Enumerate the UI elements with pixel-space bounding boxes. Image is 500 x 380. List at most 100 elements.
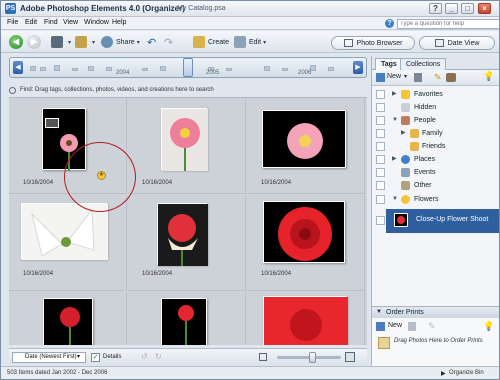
photo-thumbnail[interactable]	[161, 298, 207, 345]
pencil-icon[interactable]: ✎	[428, 319, 436, 333]
tag-checkbox[interactable]	[376, 129, 385, 138]
tag-row-people[interactable]: ▼ People	[372, 114, 499, 127]
pencil-icon[interactable]: ✎	[434, 72, 442, 83]
new-tag-button[interactable]: New	[387, 73, 401, 80]
tag-checkbox[interactable]	[376, 142, 385, 151]
menu-window[interactable]: Window	[84, 19, 109, 26]
tag-checkbox[interactable]	[376, 195, 385, 204]
forward-button[interactable]: ▶	[27, 35, 41, 49]
help-search-input[interactable]	[397, 18, 499, 29]
chevron-right-icon[interactable]: ▶	[441, 370, 446, 377]
photo-thumbnail[interactable]	[262, 110, 346, 168]
new-order-icon[interactable]	[376, 322, 385, 331]
menu-edit[interactable]: Edit	[25, 19, 37, 26]
tag-row-close-up-flower-shoot[interactable]: Close-Up Flower Shoot	[386, 209, 499, 233]
photo-thumbnail[interactable]	[263, 296, 348, 345]
tag-row-flowers[interactable]: ▼ Flowers	[372, 193, 499, 206]
thumbnail-size-slider[interactable]	[277, 352, 341, 363]
timeline[interactable]: ◀ ▶ 2004 2005 2006	[9, 57, 367, 78]
photo-browser-button[interactable]: Photo Browser	[331, 36, 415, 50]
print-button[interactable]: ▾	[75, 34, 95, 50]
sort-order-label: Date (Newest First)	[25, 354, 77, 360]
timeline-left-arrow[interactable]: ◀	[13, 61, 23, 74]
menu-find[interactable]: Find	[44, 19, 58, 26]
rotate-icon[interactable]: ↺	[141, 352, 148, 361]
tag-checkbox[interactable]	[376, 103, 385, 112]
tag-row-events[interactable]: Events	[372, 166, 499, 179]
photo-cell[interactable]: 10/16/2004	[247, 195, 365, 291]
tag-row-favorites[interactable]: ▶ Favorites	[372, 88, 499, 101]
expand-icon[interactable]: ▶	[401, 127, 406, 140]
expand-icon[interactable]: ▼	[392, 193, 398, 206]
photo-date: 10/16/2004	[142, 271, 173, 277]
get-photos-button[interactable]: ▾	[51, 34, 71, 50]
share-button[interactable]: Share ▾	[101, 34, 140, 50]
timeline-marker[interactable]	[183, 58, 193, 77]
photo-thumbnail[interactable]	[161, 108, 208, 171]
thumbnail-large-icon[interactable]	[345, 352, 355, 362]
tab-collections[interactable]: Collections	[400, 58, 447, 70]
tag-checkbox[interactable]	[376, 168, 385, 177]
tag-checkbox[interactable]	[376, 90, 385, 99]
people-tag-icon[interactable]	[446, 73, 456, 82]
menu-file[interactable]: File	[7, 19, 18, 26]
tag-row-selected-checkbox[interactable]	[372, 214, 386, 227]
expand-icon[interactable]: ▶	[392, 153, 397, 166]
expand-icon[interactable]: ▼	[392, 114, 398, 127]
collapse-icon[interactable]: ▼	[376, 307, 382, 318]
sort-order-select[interactable]: Date (Newest First) ▾	[12, 352, 86, 363]
slider-knob[interactable]	[309, 352, 316, 363]
chevron-down-icon[interactable]: ▾	[404, 73, 407, 80]
photo-grid: 10/16/2004 10/16/2004 10/16/2004 10/16/2…	[9, 97, 367, 345]
photo-cell[interactable]	[247, 292, 365, 345]
tag-checkbox[interactable]	[376, 116, 385, 125]
tag-checkbox[interactable]	[376, 155, 385, 164]
thumbnail-small-icon[interactable]	[259, 353, 267, 361]
photo-cell[interactable]: 10/16/2004	[128, 195, 246, 291]
details-checkbox[interactable]: ✓	[91, 353, 100, 362]
photo-cell[interactable]	[9, 292, 127, 345]
tag-row-family[interactable]: ▶ Family	[372, 127, 499, 140]
tag-row-hidden[interactable]: Hidden	[372, 101, 499, 114]
edit-button[interactable]: Edit ▾	[234, 34, 266, 50]
tag-row-places[interactable]: ▶ Places	[372, 153, 499, 166]
minimize-button[interactable]: _	[445, 3, 458, 14]
rotate-icon[interactable]: ↻	[155, 352, 162, 361]
rotate-left-button[interactable]: ↶	[147, 34, 156, 50]
callout-highlight-circle	[64, 142, 136, 212]
timeline-bar	[328, 67, 334, 71]
menu-help[interactable]: Help	[112, 19, 126, 26]
rotate-right-button[interactable]: ↷	[164, 34, 173, 50]
timeline-right-arrow[interactable]: ▶	[353, 61, 363, 74]
new-tag-icon[interactable]	[376, 73, 385, 82]
lightbulb-icon[interactable]: 💡	[483, 319, 494, 333]
photo-cell[interactable]: 10/16/2004	[128, 98, 246, 194]
photo-thumbnail[interactable]	[157, 203, 208, 266]
back-button[interactable]: ◀	[9, 35, 23, 49]
menu-view[interactable]: View	[63, 19, 78, 26]
new-order-button[interactable]: New	[388, 319, 402, 333]
photo-thumbnail[interactable]	[263, 201, 345, 263]
delete-icon[interactable]	[408, 322, 416, 331]
maximize-button[interactable]: □	[461, 3, 474, 14]
date-view-button[interactable]: Date View	[419, 36, 495, 50]
create-button[interactable]: Create	[193, 34, 229, 50]
order-prints-header[interactable]: ▼ Order Prints	[372, 307, 499, 318]
find-bar[interactable]: Find: Drag tags, collections, photos, vi…	[9, 84, 367, 96]
tag-label: Other	[414, 182, 432, 189]
lightbulb-icon[interactable]: 💡	[483, 71, 494, 82]
timeline-bar	[264, 66, 270, 71]
tab-tags[interactable]: Tags	[375, 58, 403, 70]
help-window-button[interactable]: ?	[429, 3, 442, 14]
photo-thumbnail[interactable]	[43, 298, 93, 345]
tag-row-friends[interactable]: Friends	[372, 140, 499, 153]
delete-icon[interactable]	[414, 73, 422, 82]
close-button[interactable]: ×	[478, 3, 491, 14]
photo-cell[interactable]	[128, 292, 246, 345]
expand-icon[interactable]: ▶	[392, 88, 397, 101]
tag-row-other[interactable]: Other	[372, 179, 499, 192]
tag-checkbox[interactable]	[376, 181, 385, 190]
organize-bin-toggle[interactable]: Organize Bin	[449, 370, 484, 376]
tag-checkbox[interactable]	[376, 216, 385, 225]
photo-cell[interactable]: 10/16/2004	[247, 98, 365, 194]
